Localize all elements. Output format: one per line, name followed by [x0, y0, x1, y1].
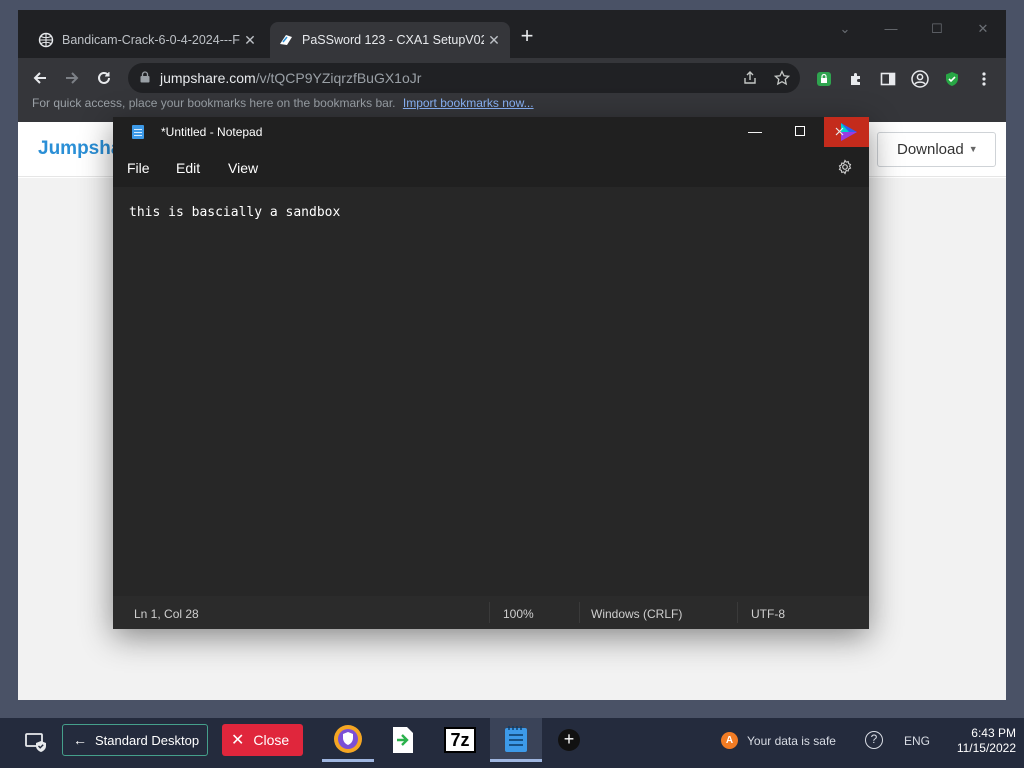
zoom-level: 100% — [503, 607, 534, 621]
profile-icon[interactable] — [911, 70, 929, 88]
status-bar: Ln 1, Col 28 100% Windows (CRLF) UTF-8 — [113, 596, 869, 629]
password-manager-icon[interactable] — [815, 70, 833, 88]
data-safe-label: Your data is safe — [747, 733, 836, 748]
help-icon[interactable]: ? — [865, 731, 883, 749]
reload-icon[interactable] — [90, 64, 118, 92]
security-badge-icon: A — [721, 732, 738, 749]
minimize-button[interactable]: — — [741, 119, 769, 145]
menu-file[interactable]: File — [127, 160, 150, 176]
forward-icon[interactable] — [58, 64, 86, 92]
shield-check-icon[interactable] — [943, 70, 961, 88]
back-icon[interactable] — [26, 64, 54, 92]
taskbar-app-files[interactable] — [377, 718, 429, 762]
close-icon[interactable]: ✕ — [968, 16, 998, 42]
clock-time: 6:43 PM — [971, 726, 1016, 740]
tab-password[interactable]: PaSSword 123 - CXA1 SetupV02 ✕ — [270, 22, 510, 58]
cursor-position: Ln 1, Col 28 — [134, 607, 199, 621]
import-bookmarks-link[interactable]: Import bookmarks now... — [403, 96, 534, 110]
text-editor[interactable]: this is bascially a sandbox — [113, 187, 869, 596]
app-play-icon — [835, 123, 857, 141]
standard-desktop-label: Standard Desktop — [95, 732, 200, 748]
notepad-icon — [505, 725, 527, 752]
standard-desktop-button[interactable]: ← Standard Desktop — [62, 724, 208, 756]
editor-content[interactable]: this is bascially a sandbox — [129, 205, 340, 220]
maximize-button[interactable] — [786, 119, 814, 145]
site-logo[interactable]: Jumpsha — [38, 138, 121, 160]
language-indicator[interactable]: ENG — [904, 734, 930, 748]
caret-down-icon: ▼ — [968, 144, 978, 154]
jumpshare-icon — [278, 32, 294, 48]
bookmarks-hint: For quick access, place your bookmarks h… — [32, 96, 396, 110]
taskbar-app-browser[interactable] — [322, 718, 374, 762]
minimize-icon[interactable]: — — [876, 16, 906, 42]
share-icon[interactable] — [742, 70, 758, 86]
browser-shield-icon — [334, 724, 362, 753]
close-button[interactable] — [824, 117, 869, 147]
bookmark-star-icon[interactable] — [774, 70, 790, 86]
tab-search-icon[interactable]: ⌄ — [830, 16, 860, 42]
add-app-button[interactable]: + — [558, 729, 580, 751]
puzzle-icon[interactable] — [847, 70, 865, 88]
tab-bandicam[interactable]: Bandicam-Crack-6-0-4-2024---Fi ✕ — [30, 22, 266, 58]
new-tab-button[interactable]: + — [516, 25, 538, 48]
sandbox-shield-icon[interactable] — [24, 730, 48, 754]
tab-title: Bandicam-Crack-6-0-4-2024---Fi — [62, 33, 240, 47]
settings-gear-icon[interactable] — [837, 159, 853, 175]
lock-icon — [140, 71, 150, 83]
notepad-icon — [132, 125, 144, 139]
clock-date: 11/15/2022 — [956, 741, 1016, 755]
taskbar-app-7zip[interactable]: 7z — [434, 718, 486, 762]
menu-edit[interactable]: Edit — [176, 160, 200, 176]
encoding: UTF-8 — [751, 607, 785, 621]
download-button[interactable]: Download ▼ — [877, 132, 996, 167]
tab-close-icon[interactable]: ✕ — [240, 32, 260, 49]
clock[interactable]: 6:43 PM 11/15/2022 — [948, 726, 1016, 756]
taskbar: ← Standard Desktop ✕ Close 7z + A Your d — [0, 718, 1024, 768]
url-text: jumpshare.com/v/tQCP9YZiqrzfBuGX1oJr — [160, 70, 422, 86]
address-bar[interactable]: jumpshare.com/v/tQCP9YZiqrzfBuGX1oJr — [128, 63, 800, 93]
close-sandbox-button[interactable]: ✕ Close — [222, 724, 303, 756]
taskbar-app-notepad[interactable] — [490, 718, 542, 762]
notepad-window: *Untitled - Notepad — File Edit View thi… — [113, 117, 869, 629]
7zip-icon: 7z — [444, 727, 476, 753]
close-label: Close — [253, 732, 290, 748]
file-move-icon — [393, 727, 413, 753]
tab-strip: Bandicam-Crack-6-0-4-2024---Fi ✕ PaSSwor… — [18, 10, 1006, 58]
globe-icon — [38, 32, 54, 48]
download-label: Download — [897, 141, 964, 158]
window-title: *Untitled - Notepad — [161, 125, 263, 139]
browser-toolbar: jumpshare.com/v/tQCP9YZiqrzfBuGX1oJr — [18, 58, 1006, 98]
tab-title: PaSSword 123 - CXA1 SetupV02 — [302, 33, 484, 47]
maximize-icon[interactable]: ☐ — [922, 16, 952, 42]
line-ending: Windows (CRLF) — [591, 607, 683, 621]
notepad-titlebar[interactable]: *Untitled - Notepad — — [113, 117, 869, 147]
more-icon[interactable] — [975, 70, 993, 88]
close-x-icon: ✕ — [231, 732, 245, 749]
data-safe-status[interactable]: A Your data is safe — [721, 732, 836, 749]
menu-view[interactable]: View — [228, 160, 258, 176]
menu-bar: File Edit View — [113, 147, 869, 187]
tab-close-icon[interactable]: ✕ — [484, 32, 504, 49]
sidebar-icon[interactable] — [879, 70, 897, 88]
7zip-label: 7z — [450, 729, 470, 750]
back-arrow-icon: ← — [73, 732, 87, 748]
